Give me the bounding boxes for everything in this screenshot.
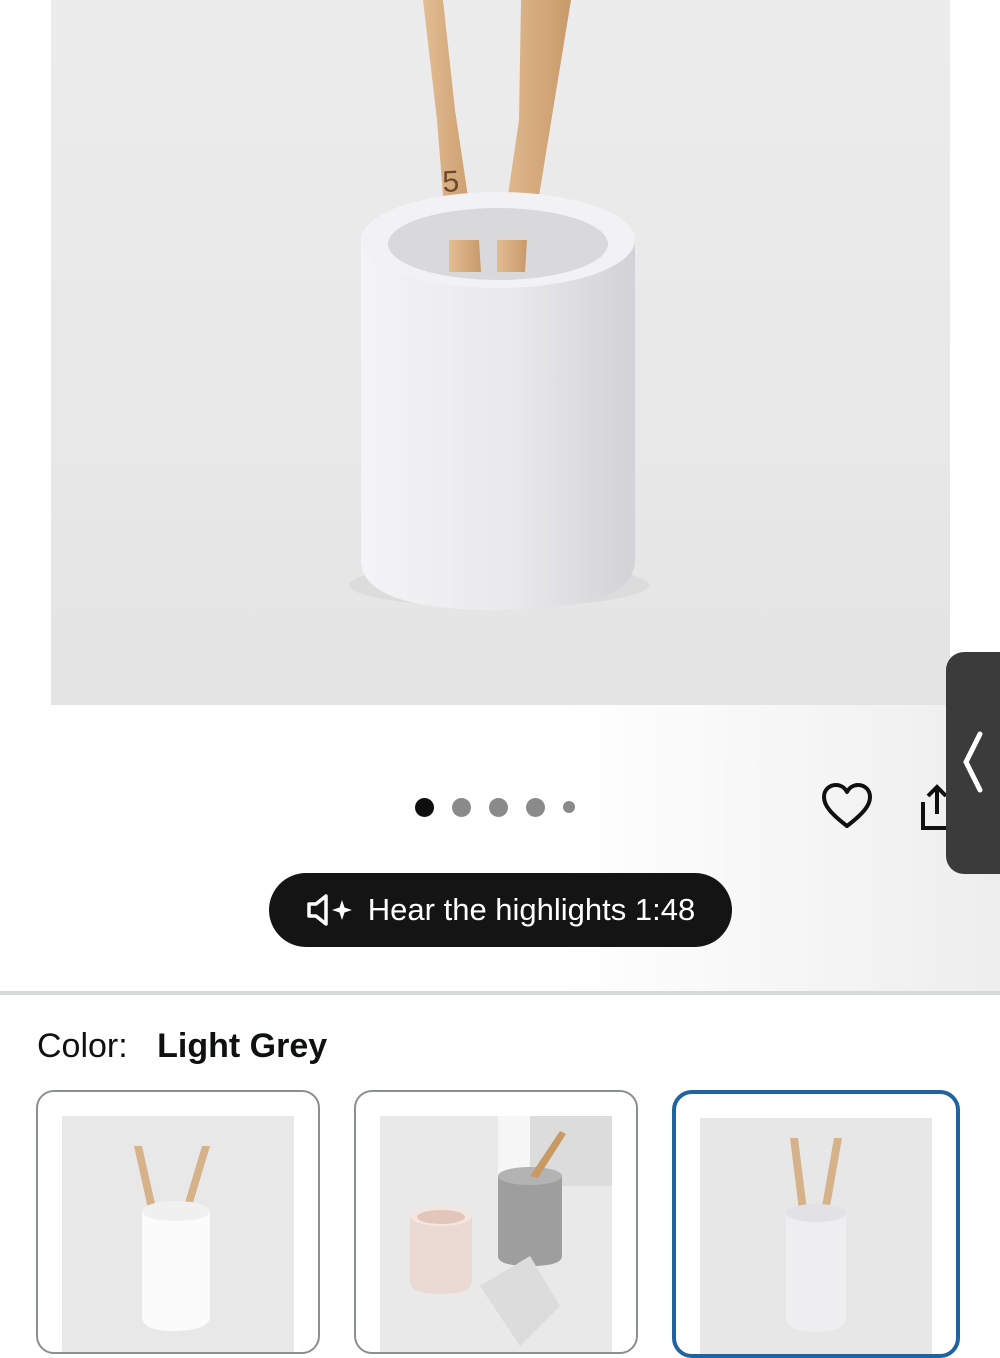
heart-icon xyxy=(822,783,872,828)
color-swatch-set[interactable] xyxy=(354,1090,638,1354)
section-divider xyxy=(0,991,1000,995)
color-swatch-light-grey[interactable] xyxy=(672,1090,960,1358)
carousel-dot[interactable] xyxy=(563,801,575,813)
favorite-button[interactable] xyxy=(820,780,874,834)
hear-highlights-button[interactable]: Hear the highlights 1:48 xyxy=(269,873,732,947)
color-selector-label: Color: Light Grey xyxy=(37,1027,327,1066)
selected-color-value: Light Grey xyxy=(157,1027,328,1065)
hear-highlights-label: Hear the highlights 1:48 xyxy=(367,892,696,927)
swatch-image xyxy=(62,1116,294,1352)
speaker-sparkle-icon xyxy=(307,894,352,926)
chevron-left-icon xyxy=(963,731,983,793)
svg-text:5: 5 xyxy=(442,165,460,199)
carousel-dot[interactable] xyxy=(526,797,545,817)
swatch-image xyxy=(700,1118,932,1354)
toothbrush-holder-illustration: 5 xyxy=(349,0,649,610)
color-label: Color: xyxy=(37,1027,128,1065)
background-fade xyxy=(560,705,1000,995)
carousel-dots[interactable] xyxy=(415,797,575,817)
product-main-image[interactable]: 5 xyxy=(51,0,950,705)
carousel-dot[interactable] xyxy=(415,797,434,817)
carousel-dot[interactable] xyxy=(452,797,471,817)
color-swatch-white[interactable] xyxy=(36,1090,320,1354)
swatch-image xyxy=(380,1116,612,1352)
side-panel-handle[interactable] xyxy=(946,652,1000,874)
carousel-dot[interactable] xyxy=(489,797,508,817)
